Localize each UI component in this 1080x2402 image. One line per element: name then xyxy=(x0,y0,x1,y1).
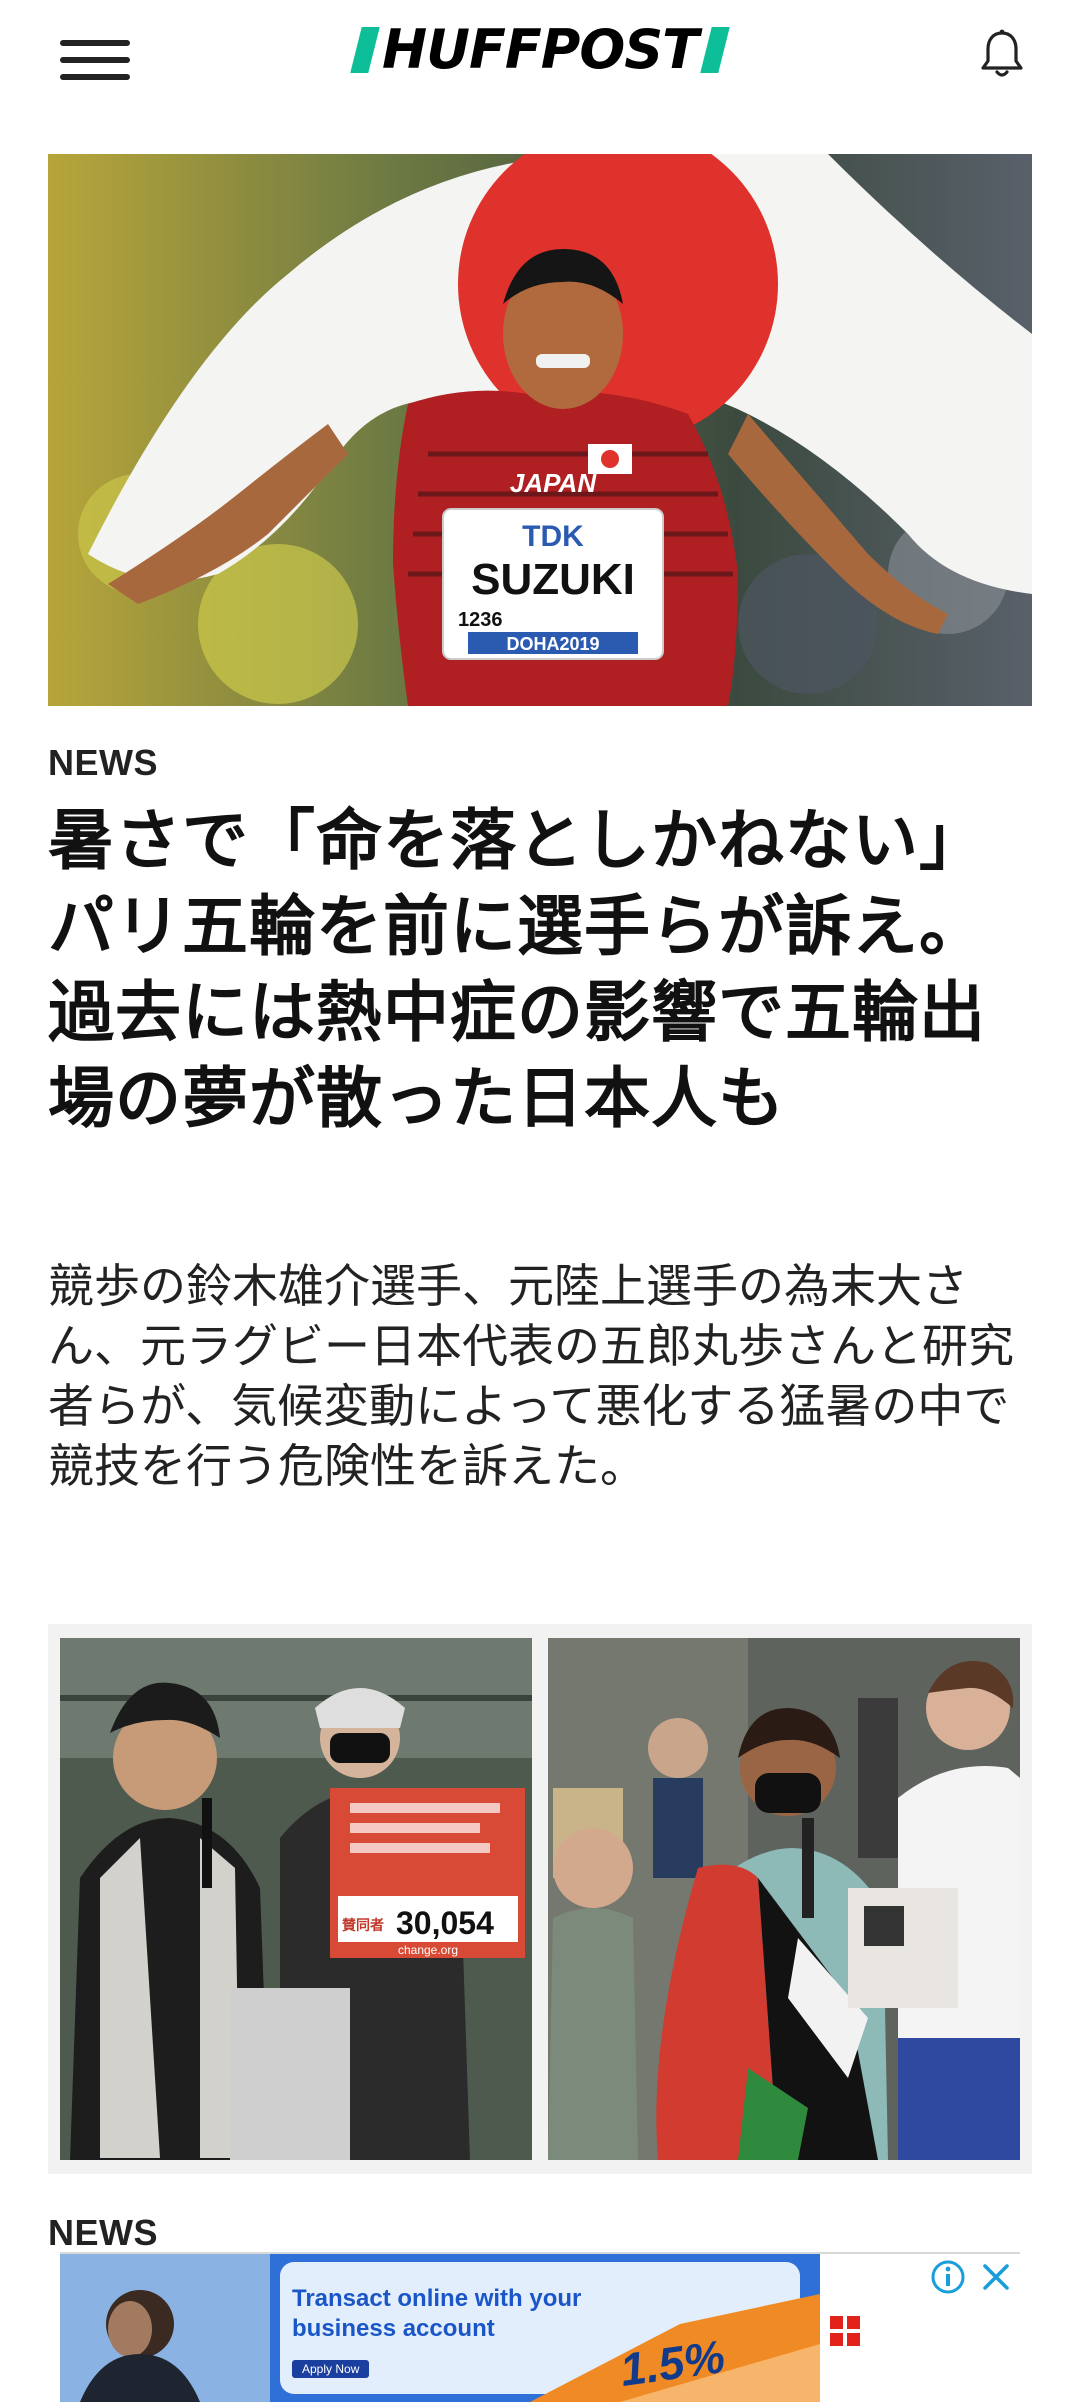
bib-number-text: 1236 xyxy=(458,609,503,631)
app-header: HUFFPOST xyxy=(0,0,1080,110)
sign-site-text: change.org xyxy=(398,1943,458,1957)
ad-cta-button[interactable]: Apply Now xyxy=(292,2360,370,2378)
ad-controls xyxy=(924,2254,1020,2300)
sign-count-text: 30,054 xyxy=(396,1905,494,1941)
bib-event-text: DOHA2019 xyxy=(506,634,599,654)
logo-text: HUFFPOST xyxy=(381,18,699,81)
bell-icon[interactable] xyxy=(978,28,1026,80)
hamburger-menu-icon[interactable] xyxy=(60,36,132,84)
info-icon[interactable] xyxy=(929,2258,967,2296)
section-label[interactable]: NEWS xyxy=(48,742,158,784)
ad-brand-logo[interactable]: UOB xyxy=(830,2306,952,2356)
article-hero-image[interactable]: JAPAN TDK SUZUKI 1236 DOHA2019 xyxy=(48,154,1032,706)
article-image-left: 賛同者 30,054 change.org xyxy=(60,1638,532,2160)
jersey-team-text: JAPAN xyxy=(510,468,597,498)
article-image-right xyxy=(548,1638,1020,2160)
article-image[interactable]: 賛同者 30,054 change.org xyxy=(48,1624,1032,2174)
article-summary: 競歩の鈴木雄介選手、元陸上選手の為末大さん、元ラグビー日本代表の五郎丸歩さんと研… xyxy=(48,1259,1014,1493)
bib-name-text: SUZUKI xyxy=(471,555,635,604)
article-headline[interactable]: 暑さで「命を落としかねない」パリ五輪を前に選手らが訴え。過去には熱中症の影響で五… xyxy=(48,798,1038,1142)
close-icon[interactable] xyxy=(977,2258,1015,2296)
uob-mark-icon xyxy=(830,2316,860,2346)
huffpost-logo[interactable]: HUFFPOST xyxy=(334,22,746,78)
sign-label-text: 賛同者 xyxy=(342,1917,384,1933)
ad-headline[interactable]: Transact online with your business accou… xyxy=(292,2284,632,2344)
bib-sponsor-text: TDK xyxy=(522,520,584,553)
section-label[interactable]: NEWS xyxy=(48,2212,158,2254)
ad-banner[interactable]: Transact online with your business accou… xyxy=(60,2252,1020,2402)
ad-brand-name: UOB xyxy=(868,2309,953,2352)
